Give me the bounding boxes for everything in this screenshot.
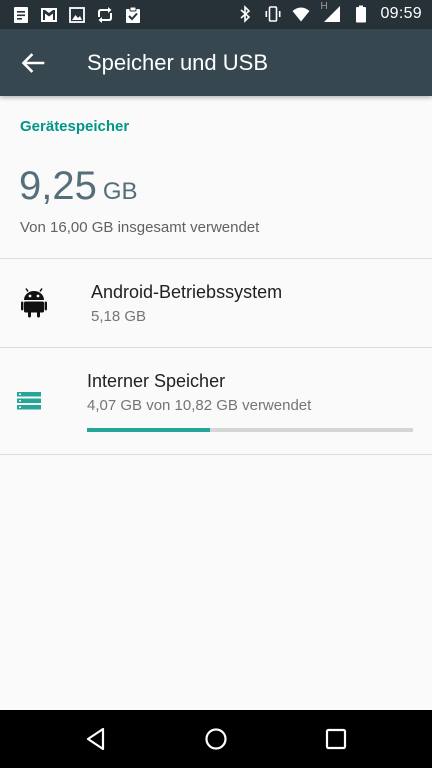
storage-icon	[17, 392, 41, 410]
storage-progress-bar	[87, 428, 413, 432]
section-header-device-storage: Gerätespeicher	[20, 118, 130, 135]
list-item-android-os[interactable]: Android-Betriebssystem 5,18 GB	[0, 259, 432, 347]
item-title: Android-Betriebssystem	[91, 282, 283, 302]
sync-icon	[96, 6, 114, 24]
vibrate-icon	[264, 5, 282, 23]
network-type-label: H	[320, 1, 328, 12]
back-button[interactable]	[18, 48, 48, 78]
arrow-back-icon	[21, 53, 45, 73]
storage-progress-fill	[87, 428, 210, 432]
signal-icon: H	[320, 1, 342, 23]
document-icon	[12, 6, 30, 24]
notification-icons	[12, 6, 142, 24]
battery-icon	[352, 5, 370, 23]
wifi-icon	[292, 5, 310, 23]
used-storage-value: 9,25 GB	[19, 164, 138, 209]
android-icon	[21, 288, 47, 318]
nav-back-button[interactable]	[82, 724, 112, 754]
nav-home-button[interactable]	[201, 724, 231, 754]
used-storage-unit: GB	[102, 178, 138, 205]
gmail-icon	[40, 6, 58, 24]
home-circle-icon	[205, 728, 227, 750]
bluetooth-icon	[236, 5, 254, 23]
item-subtitle: 4,07 GB von 10,82 GB verwendet	[87, 397, 312, 414]
app-bar: Speicher und USB	[0, 29, 432, 96]
clipboard-check-icon	[124, 6, 142, 24]
list-item-internal-storage[interactable]: Interner Speicher 4,07 GB von 10,82 GB v…	[0, 348, 432, 454]
system-icons: H 09:59	[236, 1, 422, 23]
navigation-bar	[0, 710, 432, 768]
page-title: Speicher und USB	[87, 50, 268, 75]
item-subtitle: 5,18 GB	[91, 308, 147, 325]
image-icon	[68, 6, 86, 24]
total-storage-text: Von 16,00 GB insgesamt verwendet	[20, 219, 260, 236]
nav-recents-button[interactable]	[321, 724, 351, 754]
status-bar: H 09:59	[0, 0, 432, 29]
back-triangle-icon	[86, 727, 105, 751]
recents-square-icon	[325, 728, 347, 750]
divider	[0, 454, 432, 455]
item-title: Interner Speicher	[87, 371, 226, 391]
used-storage-number: 9,25	[19, 164, 97, 208]
clock: 09:59	[380, 5, 422, 22]
